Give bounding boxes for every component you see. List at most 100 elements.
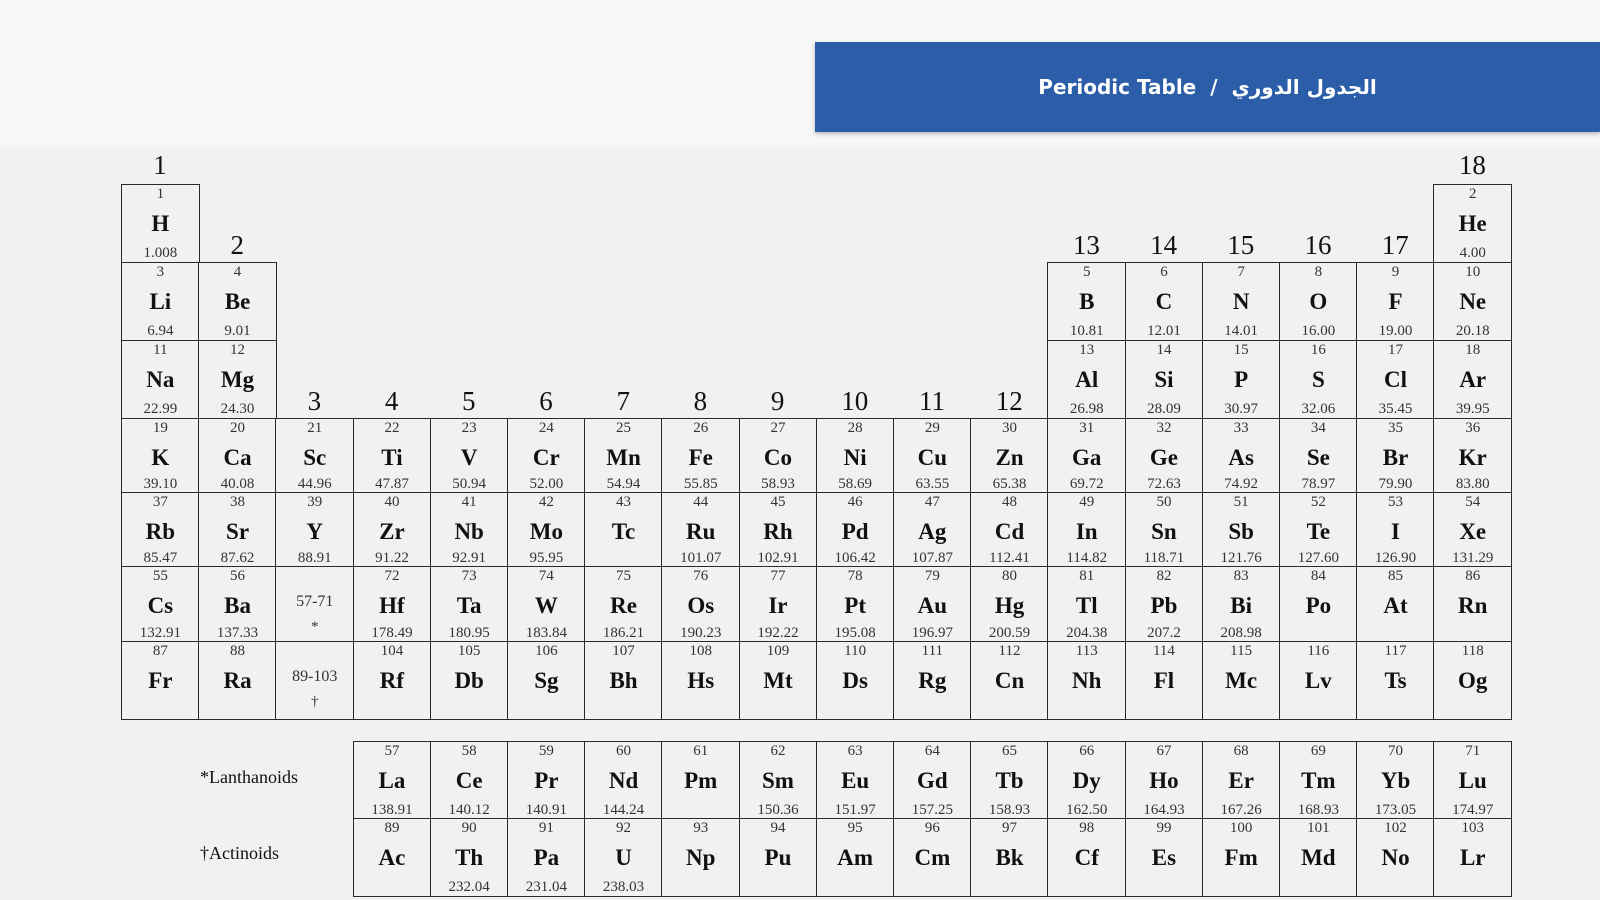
element-cell-pm: 61 Pm bbox=[661, 741, 741, 820]
element-cell-bk: 97 Bk bbox=[970, 818, 1049, 897]
group-label-16: 16 bbox=[1304, 230, 1332, 260]
atomic-mass: 83.80 bbox=[1455, 475, 1490, 492]
element-symbol: Cn bbox=[994, 668, 1025, 693]
group-label-2: 2 bbox=[230, 230, 244, 260]
atomic-mass: 35.45 bbox=[1378, 400, 1413, 417]
atomic-mass: 39.95 bbox=[1455, 400, 1490, 417]
element-symbol: Ti bbox=[381, 445, 403, 470]
atomic-number: 57 bbox=[384, 743, 400, 759]
atomic-mass: 85.47 bbox=[143, 549, 178, 566]
element-symbol: Pr bbox=[534, 768, 559, 793]
atomic-number: 76 bbox=[693, 568, 709, 584]
element-cell-fm: 100 Fm bbox=[1201, 818, 1281, 897]
atomic-number: 58 bbox=[461, 743, 477, 759]
element-cell-ce: 58 Ce 140.12 bbox=[429, 741, 509, 820]
element-cell-ar: 18 Ar 39.95 bbox=[1433, 340, 1513, 419]
atomic-number: 80 bbox=[1002, 568, 1018, 584]
atomic-mass: 140.91 bbox=[525, 801, 567, 818]
element-symbol: Ar bbox=[1459, 367, 1487, 392]
element-symbol: Hg bbox=[994, 593, 1025, 618]
atomic-mass: 40.08 bbox=[220, 475, 255, 492]
atomic-number: 84 bbox=[1310, 568, 1326, 584]
element-cell-sc: 21 Sc 44.96 bbox=[275, 418, 355, 494]
atomic-number: 18 bbox=[1465, 342, 1481, 358]
atomic-number: 78 bbox=[847, 568, 863, 584]
atomic-number: 24 bbox=[538, 420, 554, 436]
atomic-mass: 132.91 bbox=[139, 624, 181, 641]
element-symbol: Au bbox=[917, 593, 948, 618]
atomic-number: 113 bbox=[1075, 643, 1098, 659]
title-separator: / bbox=[1210, 75, 1218, 99]
element-symbol: P bbox=[1234, 367, 1249, 392]
element-cell-po: 84 Po bbox=[1279, 566, 1358, 643]
atomic-mass: 22.99 bbox=[143, 400, 178, 417]
element-cell-tb: 65 Tb 158.93 bbox=[970, 741, 1049, 820]
atomic-number: 88 bbox=[230, 643, 246, 659]
element-symbol: Rf bbox=[379, 668, 405, 693]
element-cell-li: 3 Li 6.94 bbox=[121, 262, 200, 341]
atomic-number: 6 bbox=[1160, 264, 1168, 280]
element-symbol: C bbox=[1155, 289, 1173, 314]
group-label-3: 3 bbox=[307, 386, 322, 416]
element-symbol: In bbox=[1075, 519, 1098, 544]
atomic-number: 114 bbox=[1152, 643, 1175, 659]
element-symbol: Ge bbox=[1149, 445, 1178, 470]
element-cell-as: 33 As 74.92 bbox=[1201, 418, 1281, 494]
atomic-number: 74 bbox=[538, 568, 554, 584]
element-symbol: Zn bbox=[995, 445, 1024, 470]
atomic-mass: 87.62 bbox=[220, 549, 255, 566]
actinoids-label: †Actinoids bbox=[200, 843, 279, 863]
atomic-mass: 74.92 bbox=[1224, 475, 1259, 492]
atomic-number: 82 bbox=[1156, 568, 1172, 584]
group-label-18: 18 bbox=[1458, 150, 1486, 180]
atomic-number: 49 bbox=[1079, 494, 1095, 510]
element-symbol: Tb bbox=[995, 768, 1024, 793]
element-cell-c: 6 C 12.01 bbox=[1124, 262, 1204, 341]
atomic-mass: 4.00 bbox=[1459, 244, 1486, 261]
element-symbol: Hf bbox=[379, 593, 405, 618]
atomic-number: 32 bbox=[1156, 420, 1172, 436]
title-english: Periodic Table bbox=[1038, 75, 1197, 99]
element-cell-sb: 51 Sb 121.76 bbox=[1201, 492, 1281, 568]
element-symbol: Ts bbox=[1384, 668, 1407, 693]
element-cell-eu: 63 Eu 151.97 bbox=[815, 741, 895, 820]
element-symbol: Nb bbox=[454, 519, 484, 544]
atomic-number: 101 bbox=[1307, 820, 1330, 836]
atomic-mass: 32.06 bbox=[1301, 400, 1336, 417]
element-cell-ne: 10 Ne 20.18 bbox=[1433, 262, 1513, 341]
atomic-number: 91 bbox=[538, 820, 554, 836]
atomic-number: 12 bbox=[230, 342, 246, 358]
atomic-number: 46 bbox=[847, 494, 863, 510]
element-cell-i: 53 I 126.90 bbox=[1356, 492, 1435, 568]
element-symbol: Rn bbox=[1458, 593, 1488, 618]
element-cell-hf: 72 Hf 178.49 bbox=[352, 566, 432, 643]
atomic-number: 29 bbox=[924, 420, 940, 436]
element-symbol: Md bbox=[1301, 845, 1336, 870]
atomic-number: 7 bbox=[1237, 264, 1245, 280]
atomic-mass: 140.12 bbox=[448, 801, 490, 818]
element-symbol: Pd bbox=[841, 519, 869, 544]
element-cell-rf: 104 Rf bbox=[352, 641, 432, 720]
group-label-5: 5 bbox=[462, 386, 476, 416]
element-cell-es: 99 Es bbox=[1124, 818, 1204, 897]
atomic-number: 96 bbox=[924, 820, 940, 836]
element-symbol: Ru bbox=[686, 519, 716, 544]
atomic-number: 4 bbox=[233, 264, 242, 280]
atomic-number: 23 bbox=[461, 420, 477, 436]
element-symbol: Al bbox=[1075, 367, 1099, 392]
element-symbol: Rh bbox=[763, 519, 793, 544]
element-symbol: B bbox=[1079, 289, 1095, 314]
element-cell-ru: 44 Ru 101.07 bbox=[661, 492, 741, 568]
element-symbol: K bbox=[151, 445, 170, 470]
atomic-number: 85 bbox=[1388, 568, 1404, 584]
atomic-number: 86 bbox=[1465, 568, 1481, 584]
atomic-number: 11 bbox=[153, 342, 168, 358]
atomic-mass: 91.22 bbox=[375, 549, 409, 566]
element-symbol: Te bbox=[1306, 519, 1331, 544]
element-cell-ts: 117 Ts bbox=[1356, 641, 1435, 720]
element-symbol: Pm bbox=[684, 768, 718, 793]
element-symbol: Er bbox=[1228, 768, 1254, 793]
atomic-mass: 186.21 bbox=[602, 624, 645, 641]
atomic-mass: 174.97 bbox=[1452, 801, 1494, 818]
element-cell-sr: 38 Sr 87.62 bbox=[198, 492, 277, 568]
